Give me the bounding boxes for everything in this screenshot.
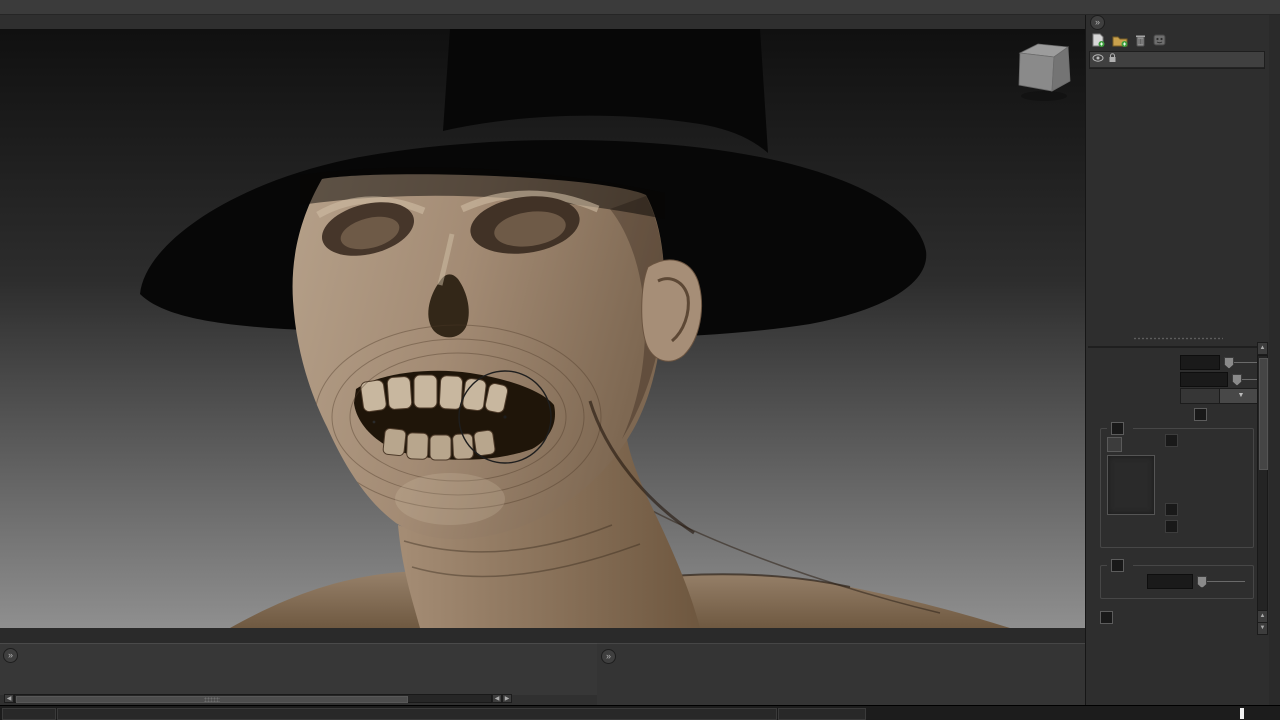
falloff-expander-icon[interactable] — [601, 649, 616, 664]
view-tab-bar — [0, 14, 1085, 29]
panel-scrollbar[interactable]: ▲ ▲ ▼ — [1257, 342, 1268, 634]
snap-to-curve-row — [1100, 611, 1119, 624]
stamp-spacing-checkbox[interactable] — [1111, 559, 1124, 572]
scroll-left-icon[interactable]: ◀ — [4, 694, 14, 703]
size-row — [1086, 354, 1269, 370]
lock-column-lock-icon — [1105, 53, 1120, 66]
snap-to-curve-checkbox[interactable] — [1100, 611, 1113, 624]
status-segment — [57, 708, 777, 720]
scroll-left2-icon[interactable]: ◀ — [492, 694, 502, 703]
menu-bar — [0, 0, 1280, 15]
randomize-checkbox[interactable] — [1165, 434, 1178, 447]
viewport-canvas[interactable] — [0, 29, 1085, 628]
delete-layer-icon[interactable] — [1135, 34, 1146, 47]
falloff-tray — [597, 643, 1085, 705]
use-stamp-image-group — [1100, 428, 1254, 548]
tray-expander-icon[interactable] — [3, 648, 18, 663]
right-panel: ▼ — [1085, 14, 1280, 705]
chevron-down-icon[interactable]: ▼ — [1219, 389, 1258, 403]
status-segment — [2, 708, 56, 720]
sculpt-tools-tray — [0, 643, 597, 695]
scroll-right-icon[interactable]: ▶ — [502, 694, 512, 703]
strength-input[interactable] — [1180, 372, 1228, 387]
distance-slider[interactable] — [1197, 576, 1245, 587]
mirror-row: ▼ — [1086, 388, 1269, 404]
vertical-flip-checkbox[interactable] — [1165, 520, 1178, 533]
view-cube[interactable] — [1012, 41, 1078, 103]
mudbox-window: ▼ — [0, 0, 1280, 720]
distance-input[interactable] — [1147, 574, 1193, 589]
stamp-spacing-group — [1100, 565, 1254, 599]
status-caret — [1240, 708, 1244, 719]
stamp-help-button[interactable] — [1107, 437, 1122, 452]
mask-icon[interactable] — [1153, 34, 1166, 46]
new-folder-icon[interactable] — [1112, 34, 1128, 47]
panel-splitter[interactable] — [1086, 334, 1269, 342]
layers-header — [1090, 52, 1264, 68]
preset-tray-tabs — [597, 628, 1085, 643]
constrain-checkbox[interactable] — [1194, 408, 1207, 421]
constrain-row — [1086, 406, 1269, 422]
layers-table — [1089, 51, 1265, 69]
scroll-up-icon[interactable]: ▲ — [1257, 342, 1268, 355]
stamp-preview[interactable] — [1107, 455, 1155, 515]
strength-row — [1086, 371, 1269, 387]
layer-toolbar — [1091, 32, 1166, 48]
visibility-column-eye-icon — [1090, 54, 1105, 65]
viewport-3d[interactable] — [0, 29, 1085, 628]
panel-expander-icon[interactable] — [1090, 15, 1105, 30]
panel-separator — [1088, 346, 1266, 348]
tool-tray-panel: ◀ ◀ ▶ — [0, 628, 597, 705]
new-layer-icon[interactable] — [1091, 33, 1105, 47]
randomize-sliders — [1167, 450, 1247, 496]
tool-tray-scrollbar[interactable]: ◀ ◀ ▶ — [4, 694, 512, 703]
preset-tray-panel — [597, 628, 1085, 705]
size-input[interactable] — [1180, 355, 1220, 370]
horizontal-flip-checkbox[interactable] — [1165, 503, 1178, 516]
use-stamp-image-checkbox[interactable] — [1111, 422, 1124, 435]
tool-tray-tabs — [0, 628, 597, 643]
side-tab-strip — [1269, 14, 1280, 705]
scroll-down-icon[interactable]: ▼ — [1257, 622, 1268, 635]
mirror-dropdown[interactable]: ▼ — [1180, 388, 1259, 404]
status-segment — [778, 708, 866, 720]
status-bar — [0, 705, 1280, 720]
